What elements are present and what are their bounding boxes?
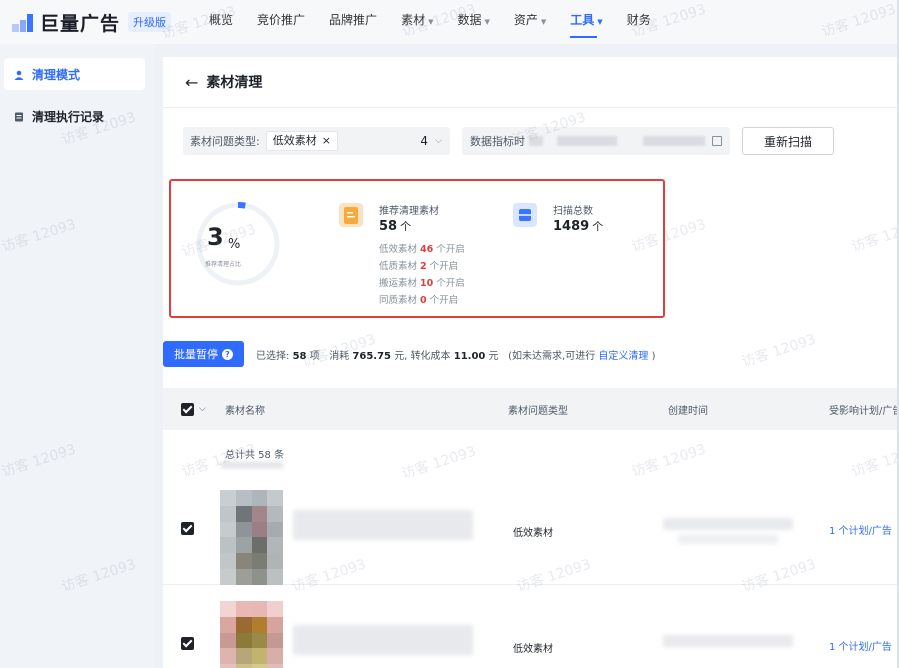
nav-overview[interactable]: 概览 <box>197 0 245 44</box>
nav-brand-promotion[interactable]: 品牌推广 <box>317 0 389 44</box>
blurred-date <box>529 136 543 146</box>
rescan-button[interactable]: 重新扫描 <box>742 127 834 155</box>
breakdown-line: 搬运素材 10 个开启 <box>379 278 465 289</box>
row-checkbox[interactable] <box>181 522 194 535</box>
close-icon[interactable]: × <box>322 134 331 147</box>
calendar-icon <box>712 136 722 146</box>
scan-total-value: 1489 个 <box>553 219 604 234</box>
material-issue-type-select[interactable]: 素材问题类型: 低效素材 × 4 ⌵ <box>183 127 450 155</box>
blurred-content <box>221 462 283 468</box>
blurred-created-time <box>663 518 793 530</box>
batch-pause-button[interactable]: 批量暂停? <box>163 341 244 367</box>
user-icon <box>14 69 24 80</box>
table-row[interactable]: 低效素材 1 个计划/广告 <box>163 585 899 668</box>
chevron-down-icon[interactable]: ⌵ <box>199 404 206 414</box>
blurred-created-time <box>678 534 778 544</box>
chevron-down-icon: ▼ <box>484 18 490 26</box>
selection-info: 已选择: 58 项 消耗 765.75 元, 转化成本 11.00 元 (如未达… <box>256 350 656 362</box>
sidebar: 清理模式 清理执行记录 <box>0 44 155 668</box>
cleanup-percent-value: 3 <box>207 223 224 251</box>
nav-tools[interactable]: 工具 ▼ <box>558 0 614 44</box>
sidebar-item-label: 清理模式 <box>32 67 81 82</box>
total-count: 总计共 58 条 <box>225 450 285 461</box>
page-header: ← 素材清理 <box>163 57 899 108</box>
blurred-material-name <box>293 625 473 655</box>
chevron-down-icon: ⌵ <box>435 136 442 146</box>
column-header-issue-type: 素材问题类型 <box>508 405 568 417</box>
select-all-checkbox[interactable] <box>181 402 194 416</box>
column-header-affected-plans: 受影响计划/广告 <box>829 405 899 417</box>
sidebar-item-cleanup-records[interactable]: 清理执行记录 <box>4 100 145 132</box>
selected-count: 4 <box>420 134 428 148</box>
blurred-date <box>643 136 705 146</box>
blurred-material-name <box>293 510 473 540</box>
chevron-down-icon: ▼ <box>597 18 603 26</box>
breakdown-line: 同质素材 0 个开启 <box>379 295 459 306</box>
table-row[interactable]: 低效素材 1 个计划/广告 <box>163 470 899 585</box>
table-total-row: 总计共 58 条 <box>163 430 488 470</box>
gauge-label: 推荐清理占比 <box>205 261 242 268</box>
help-icon[interactable]: ? <box>222 348 233 360</box>
table-header: ⌵ 素材名称 素材问题类型 创建时间 受影响计划/广告 <box>163 388 899 430</box>
row-checkbox[interactable] <box>181 637 194 650</box>
filter-label: 素材问题类型: <box>190 135 260 148</box>
nav-material[interactable]: 素材 ▼ <box>389 0 445 44</box>
nav-finance[interactable]: 财务 <box>615 0 663 44</box>
data-metric-time-picker[interactable]: 数据指标时 <box>462 127 730 155</box>
back-arrow-icon[interactable]: ← <box>185 73 198 92</box>
chevron-down-icon: ▼ <box>540 18 547 26</box>
sidebar-item-label: 清理执行记录 <box>32 109 105 124</box>
recommend-cleanup-icon <box>339 203 363 227</box>
blurred-date <box>557 136 617 146</box>
brand-logo[interactable]: 巨量广告 升级版 <box>12 9 172 36</box>
chevron-down-icon: ▼ <box>428 18 434 26</box>
main-content: ← 素材清理 素材问题类型: 低效素材 × 4 ⌵ 数据指标时 重新扫描 3 % … <box>163 57 899 668</box>
blurred-created-time <box>663 635 793 647</box>
affected-plans-link[interactable]: 1 个计划/广告 <box>829 638 892 653</box>
page-title: 素材清理 <box>206 75 263 91</box>
column-header-created-time: 创建时间 <box>668 405 708 417</box>
nav-data[interactable]: 数据 ▼ <box>445 0 501 44</box>
top-navigation-bar: 巨量广告 升级版 概览 竞价推广 品牌推广 素材 ▼ 数据 ▼ 资产 ▼ 工具 ▼ 财务 <box>0 0 899 44</box>
material-thumbnail[interactable] <box>220 601 283 668</box>
breakdown-line: 低效素材 46 个开启 <box>379 244 465 255</box>
batch-action-bar: 批量暂停? 已选择: 58 项 消耗 765.75 元, 转化成本 11.00 … <box>163 341 899 367</box>
recommend-cleanup-title: 推荐清理素材 <box>379 206 439 217</box>
breakdown-line: 低质素材 2 个开启 <box>379 261 459 272</box>
custom-cleanup-link[interactable]: 自定义清理 <box>598 351 648 362</box>
selected-tag: 低效素材 × <box>265 131 338 151</box>
document-icon <box>14 111 24 122</box>
filter-bar: 素材问题类型: 低效素材 × 4 ⌵ 数据指标时 重新扫描 <box>183 127 834 155</box>
affected-plans-link[interactable]: 1 个计划/广告 <box>829 522 892 537</box>
cleanup-summary-panel: 3 % 推荐清理占比 推荐清理素材 58 个 低效素材 46 个开启 低质素材 2 个开启… <box>169 179 665 318</box>
nav-assets[interactable]: 资产 ▼ <box>502 0 558 44</box>
main-nav: 概览 竞价推广 品牌推广 素材 ▼ 数据 ▼ 资产 ▼ 工具 ▼ 财务 <box>197 0 663 44</box>
cleanup-percent-unit: % <box>228 237 241 252</box>
issue-type-cell: 低效素材 <box>513 644 553 655</box>
brand-name: 巨量广告 <box>40 12 121 35</box>
scan-total-icon <box>513 203 537 227</box>
date-label: 数据指标时 <box>470 135 525 148</box>
issue-type-cell: 低效素材 <box>513 528 553 539</box>
nav-bidding-promotion[interactable]: 竞价推广 <box>245 0 317 44</box>
material-thumbnail[interactable] <box>220 490 283 585</box>
brand-logo-icon <box>12 12 34 32</box>
sidebar-item-cleanup-mode[interactable]: 清理模式 <box>4 58 145 90</box>
upgrade-badge: 升级版 <box>128 12 172 32</box>
column-header-material-name: 素材名称 <box>225 405 265 417</box>
recommend-cleanup-value: 58 个 <box>379 219 412 234</box>
scan-total-title: 扫描总数 <box>553 206 593 217</box>
